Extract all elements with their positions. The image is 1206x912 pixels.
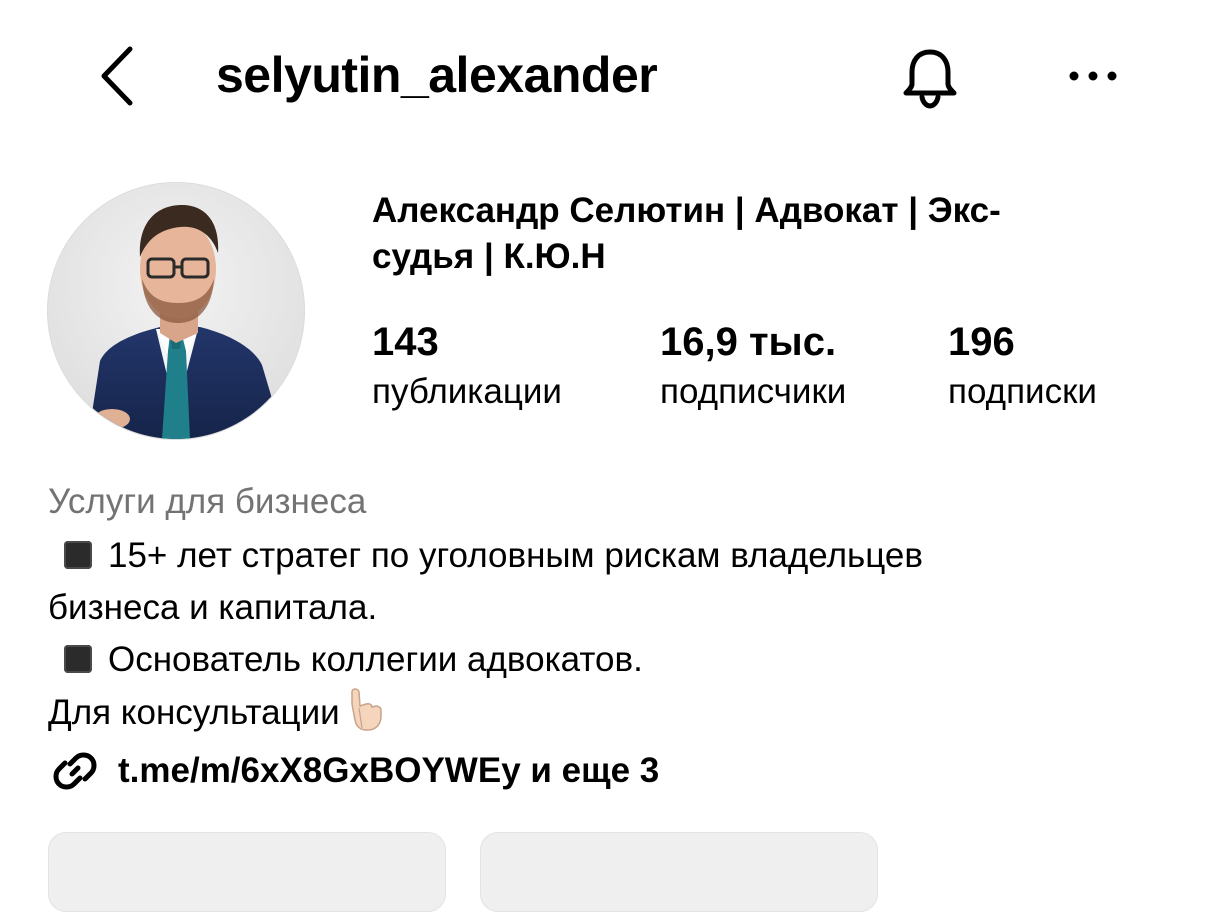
followers-count-stat[interactable]: 16,9 тыс. подписчики <box>660 318 846 416</box>
following-label: подписки <box>948 372 1097 411</box>
profile-bio: 15+ лет стратег по уголовным рискам влад… <box>48 530 1168 749</box>
posts-label: публикации <box>372 372 562 411</box>
chevron-left-icon <box>101 46 133 106</box>
more-options-button[interactable] <box>1060 48 1126 104</box>
notifications-button[interactable] <box>892 40 968 116</box>
posts-count: 143 <box>372 320 439 364</box>
bell-icon <box>903 49 957 109</box>
followers-count: 16,9 тыс. <box>660 320 837 364</box>
profile-full-name: Александр Селютин | Адвокат | Экс- судья… <box>372 191 1001 276</box>
profile-avatar[interactable] <box>47 182 305 440</box>
more-horizontal-icon <box>1069 71 1117 81</box>
link-icon <box>48 744 102 798</box>
profile-photo-image <box>48 183 304 439</box>
message-button[interactable] <box>480 832 878 912</box>
business-category: Услуги для бизнеса <box>48 482 367 521</box>
bio-line: бизнеса и капитала. <box>48 588 378 627</box>
follow-button[interactable] <box>48 832 446 912</box>
bio-line: 15+ лет стратег по уголовным рискам влад… <box>48 530 1168 582</box>
black-square-icon <box>64 645 92 673</box>
back-button[interactable] <box>86 40 146 112</box>
black-square-icon <box>64 541 92 569</box>
top-nav-bar: selyutin_alexander <box>0 0 1206 150</box>
external-links-row[interactable]: t.me/m/6xX8GxBOYWEy и еще 3 <box>48 740 659 802</box>
profile-username: selyutin_alexander <box>216 47 658 103</box>
following-count-stat[interactable]: 196 подписки <box>948 318 1097 416</box>
following-count: 196 <box>948 320 1015 364</box>
bio-text: Для консультации <box>48 693 340 732</box>
bio-line: Основатель коллегии адвокатов. <box>48 634 1168 686</box>
bio-text: 15+ лет стратег по уголовным рискам влад… <box>108 536 923 575</box>
followers-label: подписчики <box>660 372 847 411</box>
link-text[interactable]: t.me/m/6xX8GxBOYWEy и еще 3 <box>118 751 659 791</box>
posts-count-stat[interactable]: 143 публикации <box>372 318 562 416</box>
bio-text: Основатель коллегии адвокатов. <box>108 640 643 679</box>
